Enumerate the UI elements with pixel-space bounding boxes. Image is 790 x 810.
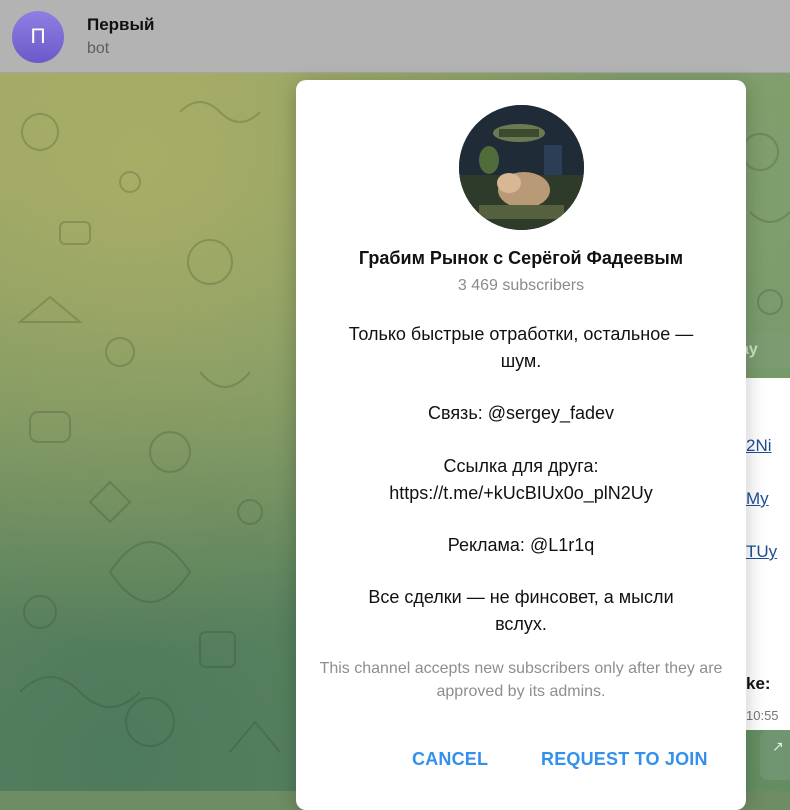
approval-note: This channel accepts new subscribers onl… <box>319 660 723 700</box>
chat-avatar-letter: П <box>30 25 46 48</box>
background-link-1[interactable]: 2Ni <box>746 436 772 456</box>
description-line-1: Только быстрые отработки, остальное — шу… <box>348 324 694 371</box>
description-friend-link: Ссылка для друга: https://t.me/+kUcBIUx0… <box>389 456 653 503</box>
chat-avatar[interactable]: П <box>12 11 64 63</box>
background-bold-text: ke: <box>746 674 771 693</box>
description-ads: Реклама: @L1r1q <box>447 535 595 555</box>
background-link-3[interactable]: TUy <box>746 542 777 562</box>
description-disclaimer: Все сделки — не финсовет, а мысли вслух. <box>368 587 674 634</box>
chat-title[interactable]: Первый <box>87 15 154 35</box>
background-message-time: 10:55 <box>746 708 779 723</box>
share-button[interactable]: ↗ <box>760 730 790 780</box>
join-channel-dialog: Грабим Рынок с Серёгой Фадеевым 3 469 su… <box>296 80 746 810</box>
channel-avatar-image <box>459 105 584 230</box>
subscriber-count: 3 469 subscribers <box>457 277 585 294</box>
chat-subtitle: bot <box>87 40 110 57</box>
description-contact: Связь: @sergey_fadev <box>427 403 615 423</box>
background-link-2[interactable]: My <box>746 489 769 509</box>
cancel-button[interactable]: CANCEL <box>412 746 488 772</box>
chat-header: П Первый bot <box>0 0 790 73</box>
request-to-join-button[interactable]: REQUEST TO JOIN <box>541 746 708 772</box>
channel-avatar <box>459 105 584 230</box>
channel-title: Грабим Рынок с Серёгой Фадеевым <box>358 248 684 268</box>
share-arrow-icon: ↗ <box>772 738 784 754</box>
